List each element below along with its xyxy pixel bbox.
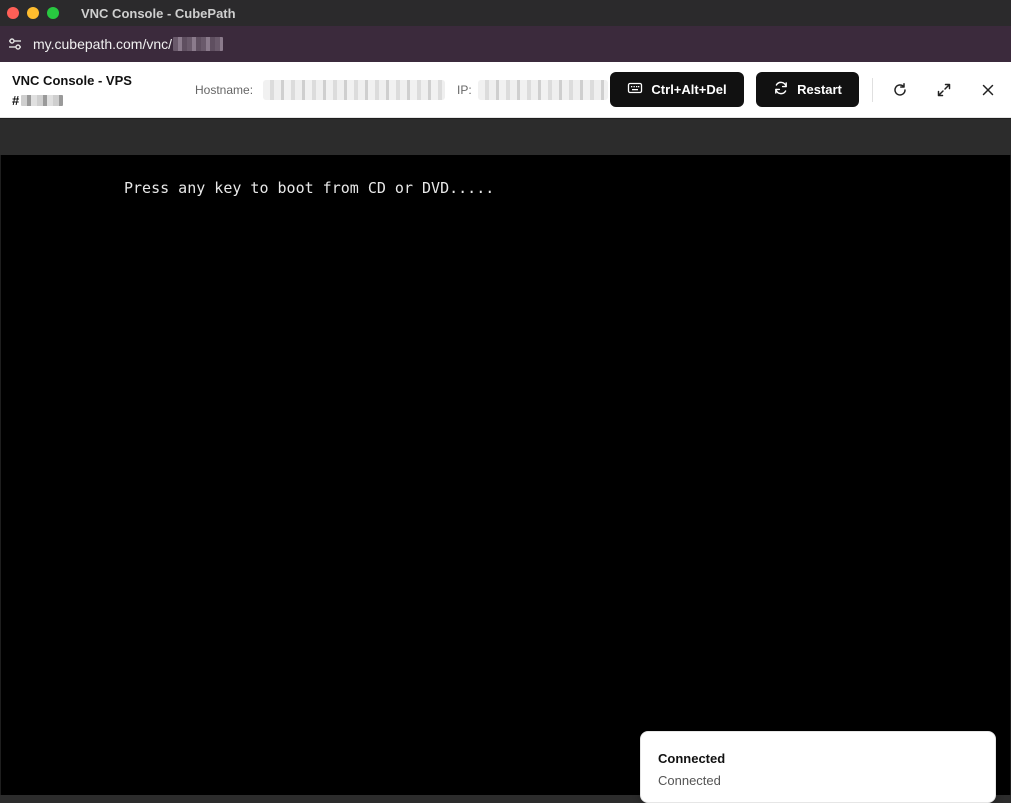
site-settings-icon[interactable] <box>4 33 26 55</box>
toast-title: Connected <box>658 751 726 766</box>
window-minimize-button[interactable] <box>27 7 39 19</box>
ip-value-redacted <box>478 80 608 100</box>
connection-toast: Connected Connected <box>640 731 996 803</box>
url-text: my.cubepath.com/vnc/ <box>33 36 173 52</box>
fullscreen-icon[interactable] <box>934 80 954 100</box>
vps-id: # <box>12 93 64 108</box>
console-output: Press any key to boot from CD or DVD....… <box>124 179 495 197</box>
ip-label: IP: <box>457 83 472 97</box>
window-maximize-button[interactable] <box>47 7 59 19</box>
url-redacted <box>173 37 224 51</box>
close-icon[interactable] <box>978 80 998 100</box>
window-title: VNC Console - CubePath <box>81 5 236 21</box>
restart-button[interactable]: Restart <box>756 72 859 107</box>
vps-id-redacted <box>21 95 64 106</box>
window-titlebar: VNC Console - CubePath <box>0 0 1011 26</box>
window-controls <box>7 7 59 19</box>
refresh-icon[interactable] <box>890 80 910 100</box>
address-bar[interactable]: my.cubepath.com/vnc/ <box>0 26 1011 62</box>
page-title: VNC Console - VPS <box>12 73 132 88</box>
window-close-button[interactable] <box>7 7 19 19</box>
vps-id-prefix: # <box>12 93 20 108</box>
header-divider <box>872 78 873 102</box>
vnc-header: VNC Console - VPS # Hostname: IP: Ctrl+A… <box>0 62 1011 118</box>
keyboard-icon <box>627 80 643 99</box>
toast-description: Connected <box>658 773 721 788</box>
url-field[interactable]: my.cubepath.com/vnc/ <box>33 36 224 52</box>
ctrl-alt-del-label: Ctrl+Alt+Del <box>651 82 727 97</box>
restart-label: Restart <box>797 82 842 97</box>
vnc-screen[interactable]: Press any key to boot from CD or DVD....… <box>1 155 1010 795</box>
restart-icon <box>773 80 789 99</box>
hostname-label: Hostname: <box>195 83 254 97</box>
console-toolbar-strip <box>0 119 1011 155</box>
ctrl-alt-del-button[interactable]: Ctrl+Alt+Del <box>610 72 744 107</box>
hostname-value-redacted <box>263 80 445 100</box>
